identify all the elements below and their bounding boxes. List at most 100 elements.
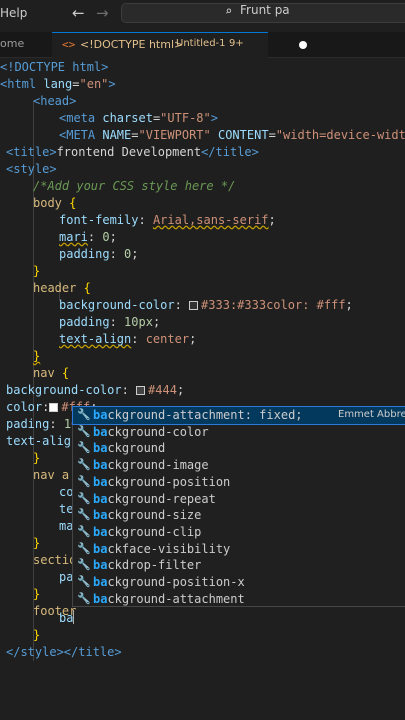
code-line: sectio bbox=[33, 553, 77, 567]
suggestion-label: backface-visibility bbox=[93, 541, 230, 557]
menu-help[interactable]: Help bbox=[0, 6, 27, 20]
code-line: body { bbox=[33, 196, 77, 210]
suggestion-item[interactable]: 🔧 background-attachment: fixed; Emmet Abbr… bbox=[72, 406, 405, 425]
suggestion-rest: ckground-image bbox=[107, 458, 209, 473]
suggestion-label: background-color bbox=[93, 424, 209, 440]
code-line: <title>frontend Development</title> bbox=[6, 145, 259, 159]
unsaved-dot-icon[interactable] bbox=[299, 41, 307, 49]
tab-home[interactable]: ome bbox=[0, 32, 52, 58]
suggestion-rest: ckground-size bbox=[107, 508, 202, 523]
code-line: <!DOCTYPE html> bbox=[0, 60, 109, 74]
code-line: <html lang="en"> bbox=[0, 77, 116, 91]
suggestion-rest: ckground bbox=[107, 441, 166, 456]
suggestion-rest: ckground-attachment bbox=[107, 591, 245, 606]
code-editor[interactable]: <!DOCTYPE html> <html lang="en"> <head> … bbox=[0, 59, 405, 720]
wrench-icon: 🔧 bbox=[77, 491, 91, 505]
suggestion-label: background-size bbox=[93, 507, 201, 523]
suggestion-label: background-attachment bbox=[93, 591, 245, 607]
code-line: padding: 0; bbox=[59, 247, 139, 261]
suggestion-match: ba bbox=[93, 491, 108, 506]
code-line: <head> bbox=[33, 94, 77, 108]
wrench-icon: 🔧 bbox=[77, 508, 91, 522]
code-line: } bbox=[33, 628, 41, 642]
text-cursor bbox=[73, 610, 75, 624]
suggestion-item[interactable]: 🔧 background bbox=[73, 440, 405, 457]
color-swatch[interactable] bbox=[189, 301, 199, 310]
code-line: } bbox=[33, 264, 41, 278]
suggestion-item[interactable]: 🔧 background-repeat bbox=[73, 491, 405, 508]
suggestion-match: ba bbox=[93, 508, 108, 523]
html-file-icon: <> bbox=[62, 38, 76, 51]
wrench-icon: 🔧 bbox=[77, 524, 91, 538]
color-swatch[interactable] bbox=[49, 403, 59, 412]
suggestion-item[interactable]: 🔧 backface-visibility bbox=[73, 541, 405, 558]
suggestion-item[interactable]: 🔧 background-clip bbox=[73, 524, 405, 541]
code-line: font-femily: Arial,sans-serif; bbox=[59, 213, 276, 227]
suggestion-label: background-position bbox=[93, 474, 230, 490]
problems-badge: 9+ bbox=[229, 38, 244, 49]
suggestion-rest: ckground-repeat bbox=[107, 491, 216, 506]
code-line: header { bbox=[33, 281, 91, 295]
suggestion-match: ba bbox=[93, 575, 108, 589]
suggestion-rest: ckground-clip bbox=[107, 524, 202, 539]
tab-filename: Untitled-1 bbox=[176, 38, 226, 49]
wrench-icon: 🔧 bbox=[77, 575, 91, 588]
suggestion-label: background-image bbox=[93, 457, 209, 473]
wrench-icon: 🔧 bbox=[77, 441, 91, 455]
code-line: } bbox=[33, 536, 41, 550]
code-line: padding: 10px; bbox=[59, 315, 161, 329]
command-center-text[interactable]: Frunt pa bbox=[240, 3, 290, 17]
search-icon: ⌕ bbox=[225, 4, 233, 18]
suggestion-match: ba bbox=[93, 541, 108, 556]
tab-untitled-1[interactable]: <> <!DOCTYPE html> Untitled-1 9+ bbox=[52, 32, 307, 58]
wrench-icon: 🔧 bbox=[77, 424, 91, 438]
wrench-icon: 🔧 bbox=[77, 558, 91, 572]
tab-home-label: ome bbox=[0, 37, 25, 50]
code-line: } bbox=[33, 349, 41, 363]
suggestion-item[interactable]: 🔧 background-size bbox=[73, 507, 405, 524]
suggestion-rest: ckground-attachment: fixed; bbox=[107, 408, 303, 422]
code-line: } bbox=[33, 587, 41, 601]
suggestion-item[interactable]: 🔧 background-attachment bbox=[73, 591, 405, 608]
suggestion-item[interactable]: 🔧 backdrop-filter bbox=[73, 557, 405, 574]
code-line: /*Add your CSS style here */ bbox=[33, 179, 236, 193]
suggestion-item[interactable]: 🔧 background-position bbox=[73, 474, 405, 491]
code-line-current[interactable]: ba bbox=[59, 610, 75, 627]
wrench-icon: 🔧 bbox=[77, 541, 91, 555]
suggestion-item[interactable]: 🔧 background-image bbox=[73, 457, 405, 474]
suggestion-match: ba bbox=[93, 524, 108, 539]
suggestion-label: background-attachment: fixed; bbox=[93, 407, 303, 423]
tab-title: <!DOCTYPE html> bbox=[80, 38, 184, 51]
suggestion-match: ba bbox=[93, 458, 108, 473]
suggestion-match: ba bbox=[93, 408, 108, 422]
suggestion-match: ba bbox=[93, 474, 108, 489]
title-bar: Help ← → ⌕ Frunt pa bbox=[0, 0, 405, 28]
wrench-icon: 🔧 bbox=[77, 591, 91, 605]
suggestion-item[interactable]: 🔧 background-position-x bbox=[73, 574, 405, 591]
code-line: nav { bbox=[33, 366, 70, 380]
suggestion-match: ba bbox=[93, 424, 108, 439]
suggestion-rest: ckface-visibility bbox=[107, 541, 231, 556]
suggestion-rest: ckdrop-filter bbox=[107, 558, 202, 573]
code-line: background-color: #444; bbox=[6, 383, 185, 397]
back-arrow-icon[interactable]: ← bbox=[72, 4, 85, 22]
suggestion-label: background-position-x bbox=[93, 574, 245, 590]
suggestion-match: ba bbox=[93, 441, 108, 456]
wrench-icon: 🔧 bbox=[77, 474, 91, 488]
suggestion-match: ba bbox=[93, 591, 108, 606]
suggestion-detail: Emmet Abbrev bbox=[338, 409, 405, 420]
code-line: background-color: #333:#333color: #fff; bbox=[59, 298, 353, 312]
suggestion-rest: ckground-position-x bbox=[107, 575, 245, 589]
suggestion-label: background-repeat bbox=[93, 491, 216, 507]
code-line: mari: 0; bbox=[59, 230, 117, 244]
wrench-icon: 🔧 bbox=[77, 408, 91, 421]
code-line: <style> bbox=[6, 162, 57, 176]
suggestion-item[interactable]: 🔧 background-color bbox=[73, 424, 405, 441]
wrench-icon: 🔧 bbox=[77, 458, 91, 472]
color-swatch[interactable] bbox=[136, 386, 146, 395]
suggestion-rest: ckground-position bbox=[107, 474, 231, 489]
code-line: pading: 10 bbox=[6, 417, 78, 431]
forward-arrow-icon[interactable]: → bbox=[96, 4, 109, 22]
code-line: text-align bbox=[6, 434, 79, 448]
suggest-widget[interactable]: 🔧 background-attachment: fixed; Emmet Abbr… bbox=[72, 406, 405, 607]
